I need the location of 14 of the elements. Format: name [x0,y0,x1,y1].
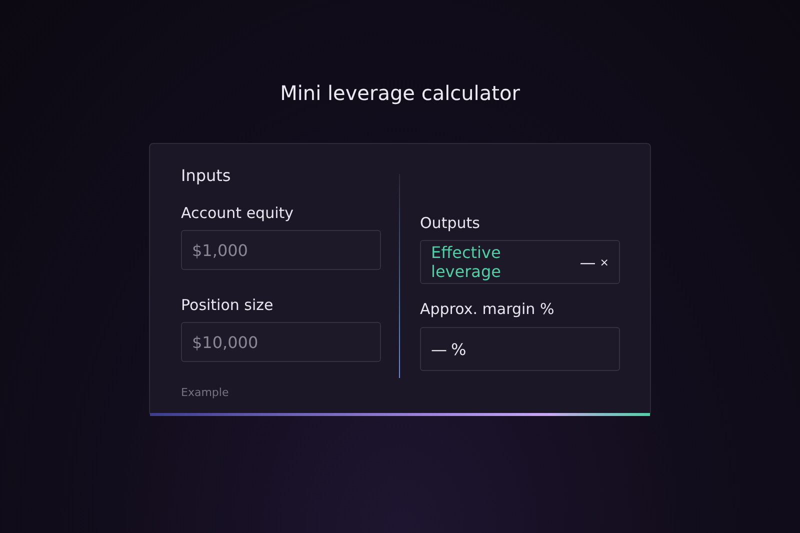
output-unit: % [451,340,466,358]
field-label: Approx. margin % [420,299,556,320]
output-value: — [580,252,596,272]
field-label: Account equity [181,203,295,224]
section-heading: Outputs [420,213,481,234]
input-field[interactable]: $1,000 [181,230,381,270]
example-note: Example [181,386,230,399]
input-field[interactable]: $10,000 [181,322,381,362]
field-label: Position size [181,295,274,316]
output-unit: × [600,256,609,268]
output-label: Effective leverage [431,243,502,281]
section-heading: Inputs [181,165,232,187]
page-title: Mini leverage calculator [280,80,520,107]
output-value: — [431,340,447,358]
